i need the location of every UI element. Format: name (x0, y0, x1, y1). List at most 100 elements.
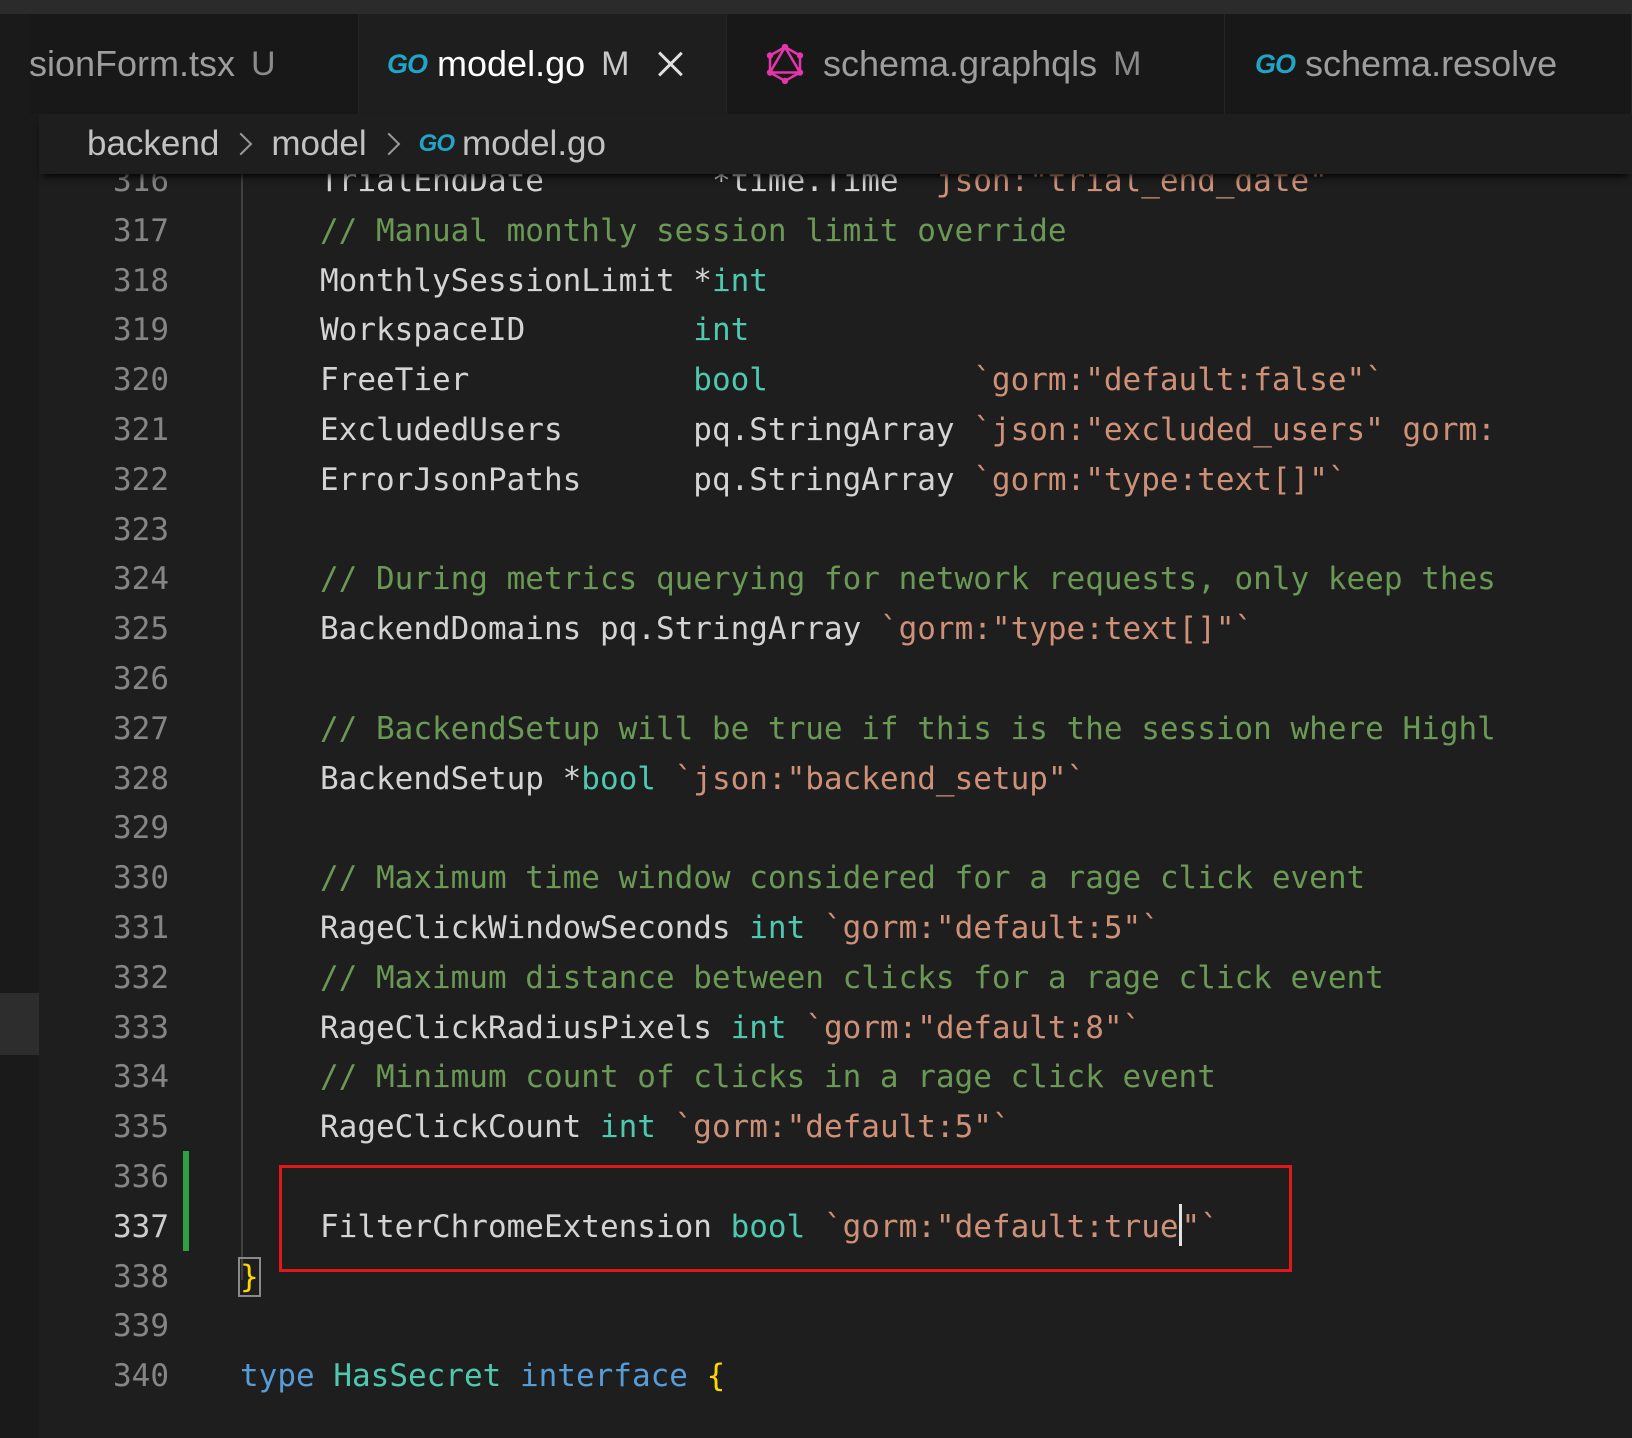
code-token: // Manual monthly session limit override (320, 212, 1067, 249)
line-number: 333 (113, 1009, 169, 1046)
code-line[interactable]: 337 FilterChromeExtension bool `gorm:"def… (39, 1202, 1632, 1252)
code-text: RageClickWindowSeconds int `gorm:"defaul… (320, 903, 1160, 953)
code-token: ErrorJsonPaths (320, 461, 694, 498)
code-token: } (238, 1256, 261, 1297)
code-token: RageClickWindowSeconds (320, 910, 750, 946)
tab-sessionform[interactable]: sionForm.tsx U (29, 14, 359, 114)
code-text: // Maximum distance between clicks for a… (320, 953, 1384, 1003)
code-token: HasSecret (333, 1358, 502, 1395)
activity-bar-marker (0, 993, 39, 1055)
code-text: // Maximum time window considered for a … (320, 853, 1365, 903)
line-number: 339 (113, 1308, 169, 1345)
code-text: // Minimum count of clicks in a rage cli… (320, 1052, 1216, 1102)
code-line[interactable]: 336 (39, 1152, 1632, 1202)
code-token: // BackendSetup will be true if this is … (320, 710, 1496, 747)
go-icon: GO (387, 48, 428, 79)
code-line[interactable]: 317 // Manual monthly session limit overr… (39, 206, 1632, 256)
tab-label: sionForm.tsx (29, 43, 236, 84)
code-line[interactable]: 326 (39, 654, 1632, 704)
code-token: BackendSetup * (320, 760, 582, 797)
code-line[interactable]: 330 // Maximum time window considered for… (39, 853, 1632, 903)
code-line[interactable]: 333 RageClickRadiusPixels int `gorm:"defa… (39, 1003, 1632, 1053)
breadcrumb-item-file[interactable]: model.go (462, 124, 606, 164)
code-line[interactable]: 340 type HasSecret interface { (39, 1351, 1632, 1401)
code-line[interactable]: 322 ErrorJsonPaths pq.StringArray `gorm:"… (39, 455, 1632, 505)
code-text: // During metrics querying for network r… (320, 554, 1496, 604)
line-number: 330 (113, 860, 169, 897)
code-line[interactable]: 325 BackendDomains pq.StringArray `gorm:"… (39, 604, 1632, 654)
code-token: int (730, 1009, 787, 1046)
tab-schema-resolvers[interactable]: GO schema.resolve (1225, 14, 1632, 114)
code-line[interactable]: 324 // During metrics querying for networ… (39, 554, 1632, 604)
code-line[interactable]: 335 RageClickCount int `gorm:"default:5"` (39, 1102, 1632, 1152)
code-editor[interactable]: 316 TrialEndDate *time.Time json:"trial_e… (39, 160, 1632, 1438)
code-text: ExcludedUsers pq.StringArray `json:"excl… (320, 405, 1496, 455)
line-number: 321 (113, 412, 169, 448)
close-icon[interactable] (657, 51, 683, 77)
code-text: MonthlySessionLimit *int (320, 256, 768, 306)
graphql-icon (766, 44, 804, 84)
line-number: 332 (113, 959, 169, 996)
tab-badge: M (1113, 44, 1142, 83)
line-number: 337 (113, 1208, 169, 1245)
line-number: 325 (113, 611, 169, 648)
code-token: `gorm:"default:true (823, 1208, 1179, 1245)
window-top-strip (0, 0, 1632, 14)
code-token: `json:"excluded_users" gorm: (973, 412, 1496, 448)
code-token: bool (693, 362, 768, 399)
code-token: // During metrics querying for network r… (320, 561, 1496, 598)
code-text: RageClickCount int `gorm:"default:5"` (320, 1102, 1011, 1152)
code-line[interactable]: 319 WorkspaceID int (39, 305, 1632, 355)
code-line[interactable]: 323 (39, 505, 1632, 555)
line-number: 331 (113, 910, 169, 946)
code-line[interactable]: 328 BackendSetup *bool `json:"backend_set… (39, 754, 1632, 804)
code-text: // Manual monthly session limit override (320, 206, 1067, 256)
code-line[interactable]: 331 RageClickWindowSeconds int `gorm:"def… (39, 903, 1632, 953)
code-line[interactable]: 320 FreeTier bool `gorm:"default:false"` (39, 355, 1632, 405)
line-number: 329 (113, 810, 169, 847)
code-line[interactable]: 334 // Minimum count of clicks in a rage … (39, 1052, 1632, 1102)
code-token: type (240, 1358, 315, 1395)
code-line[interactable]: 329 (39, 803, 1632, 853)
code-text: ErrorJsonPaths pq.StringArray `gorm:"typ… (320, 455, 1347, 505)
code-line[interactable]: 321 ExcludedUsers pq.StringArray `json:"e… (39, 405, 1632, 455)
line-number: 327 (113, 710, 169, 747)
code-text: type HasSecret interface { (240, 1351, 725, 1401)
code-text: WorkspaceID int (320, 305, 749, 355)
code-token: `gorm:"default:false"` (973, 362, 1384, 399)
tab-schema-graphqls[interactable]: schema.graphqls M (727, 14, 1225, 114)
line-number: 340 (113, 1358, 169, 1395)
code-token: * (693, 262, 712, 299)
activity-bar (0, 14, 39, 1438)
breadcrumb-item-model[interactable]: model (271, 124, 366, 164)
chevron-right-icon (230, 132, 253, 156)
tab-model-go[interactable]: GO model.go M (359, 14, 727, 114)
code-token: FilterChromeExtension (320, 1208, 731, 1245)
code-token: RageClickCount (320, 1109, 600, 1146)
tab-label: schema.resolve (1305, 43, 1558, 84)
line-number: 338 (113, 1258, 169, 1295)
code-token: `gorm:"default:8"` (805, 1009, 1142, 1046)
line-number: 326 (113, 661, 169, 697)
code-text: FreeTier bool `gorm:"default:false"` (320, 355, 1384, 405)
code-token: bool (730, 1208, 806, 1245)
code-token: bool (581, 760, 656, 797)
code-line[interactable]: 318 MonthlySessionLimit *int (39, 256, 1632, 306)
go-icon: GO (418, 130, 455, 157)
go-icon: GO (1255, 48, 1296, 79)
line-number: 324 (113, 561, 169, 598)
code-token: int (749, 910, 806, 946)
breadcrumb-item-backend[interactable]: backend (87, 124, 219, 164)
code-line[interactable]: 327 // BackendSetup will be true if this … (39, 704, 1632, 754)
line-number: 336 (113, 1159, 169, 1195)
code-line[interactable]: 339 (39, 1301, 1632, 1351)
code-text: } (238, 1252, 261, 1302)
code-line[interactable]: 332 // Maximum distance between clicks fo… (39, 953, 1632, 1003)
code-token: interface (519, 1358, 688, 1395)
code-line[interactable]: 338} (39, 1252, 1632, 1302)
